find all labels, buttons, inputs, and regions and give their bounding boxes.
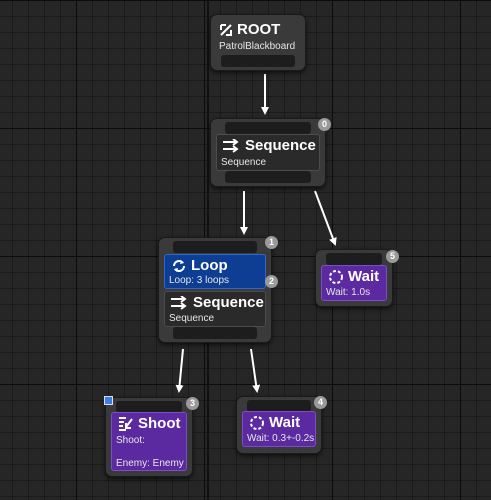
shoot-line-1: Shoot: <box>116 435 145 446</box>
sequence-title: Sequence <box>245 137 316 154</box>
root-blackboard-label: PatrolBlackboard <box>219 41 296 52</box>
wait-circle-icon <box>249 415 265 431</box>
sequence-node[interactable]: Sequence Sequence <box>210 118 326 187</box>
shoot-title: Shoot <box>138 415 181 432</box>
loop-sequence-input-pin[interactable] <box>173 241 257 253</box>
root-arrow-icon <box>219 23 233 37</box>
shoot-icon <box>118 416 134 432</box>
sequence-execution-index: 0 <box>318 118 331 131</box>
sequence-panel: Sequence Sequence <box>216 134 320 171</box>
wait-node-1[interactable]: Wait Wait: 1.0s <box>315 249 393 307</box>
wait-circle-icon <box>328 269 344 285</box>
wire-sequence-to-wait <box>314 190 337 246</box>
root-title: ROOT <box>237 21 281 38</box>
wait-1-panel: Wait Wait: 1.0s <box>321 265 387 301</box>
loop-execution-index: 1 <box>265 236 278 249</box>
sequence-input-pin[interactable] <box>225 122 311 134</box>
loop-sequence-title: Sequence <box>193 294 264 311</box>
loop-sequence-panel[interactable]: Sequence Sequence <box>164 291 266 327</box>
sequence-subtitle: Sequence <box>221 157 267 168</box>
wait-1-title: Wait <box>348 268 380 285</box>
root-output-pin[interactable] <box>221 55 295 67</box>
loop-sequence-execution-index: 2 <box>265 275 278 288</box>
sequence-output-pin[interactable] <box>225 171 311 183</box>
loop-sequence-node[interactable]: Loop Loop: 3 loops Sequence Sequence <box>158 237 272 343</box>
wait-1-input-pin[interactable] <box>326 253 382 265</box>
breakpoint-flag-icon[interactable] <box>104 396 113 405</box>
wire-loop-to-shoot <box>175 348 184 393</box>
shoot-line-2: Enemy: Enemy <box>116 458 184 469</box>
loop-sequence-output-pin[interactable] <box>173 327 257 339</box>
wait-node-2[interactable]: Wait Wait: 0.3+-0.2s <box>236 396 322 454</box>
shoot-execution-index: 3 <box>186 397 199 410</box>
wait-2-subtitle: Wait: 0.3+-0.2s <box>247 433 315 444</box>
wait-2-title: Wait <box>269 414 301 431</box>
wait-1-subtitle: Wait: 1.0s <box>326 287 371 298</box>
wait-2-execution-index: 4 <box>314 396 327 409</box>
shoot-panel: Shoot Shoot: Enemy: Enemy <box>111 412 187 471</box>
loop-subtitle: Loop: 3 loops <box>169 275 230 286</box>
sequence-arrows-icon <box>171 295 189 310</box>
root-node[interactable]: ROOT PatrolBlackboard <box>210 14 306 71</box>
sequence-arrows-icon <box>223 138 241 153</box>
loop-title: Loop <box>191 257 228 274</box>
wait-2-panel: Wait Wait: 0.3+-0.2s <box>242 411 316 447</box>
wait-1-execution-index: 5 <box>386 250 399 263</box>
loop-icon <box>171 258 187 274</box>
loop-decorator-panel[interactable]: Loop Loop: 3 loops <box>164 254 266 289</box>
shoot-node[interactable]: Shoot Shoot: Enemy: Enemy <box>105 397 193 477</box>
wire-loop-to-wait <box>250 348 261 393</box>
loop-sequence-subtitle: Sequence <box>169 313 215 324</box>
